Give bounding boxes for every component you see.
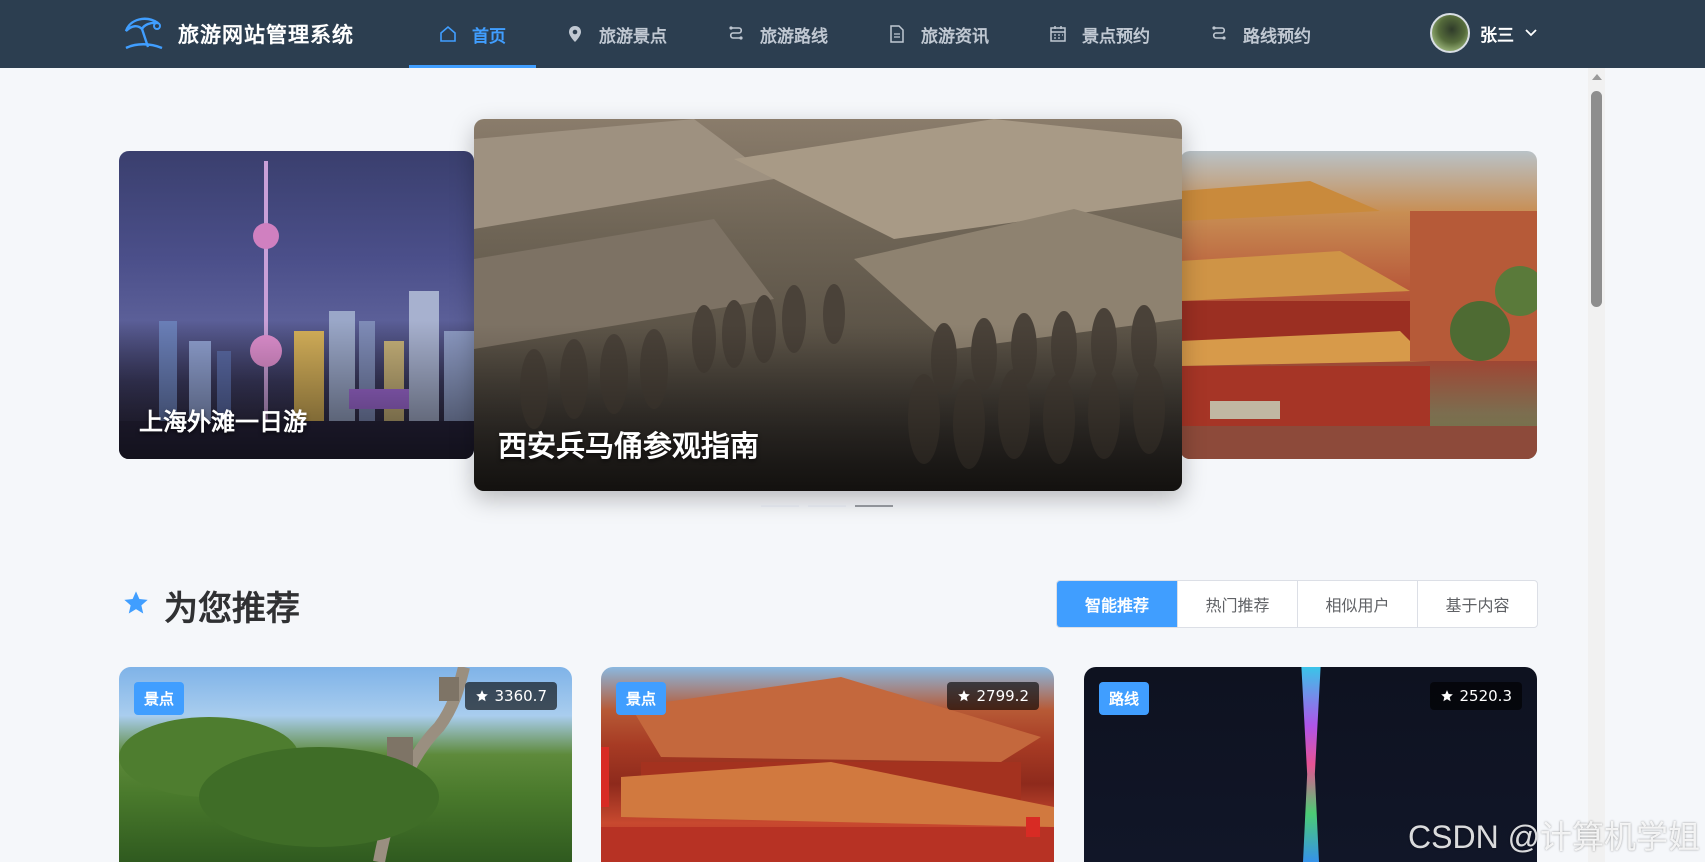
nav-item-label: 首页 bbox=[472, 26, 506, 47]
main-nav: 首页 旅游景点 旅游路线 旅游资讯 景点预约 路线预约 bbox=[409, 0, 1341, 68]
carousel-indicator[interactable] bbox=[761, 505, 799, 507]
nav-item-route-booking[interactable]: 路线预约 bbox=[1180, 0, 1341, 68]
star-icon bbox=[957, 689, 971, 703]
nav-item-attractions[interactable]: 旅游景点 bbox=[536, 0, 697, 68]
nav-item-home[interactable]: 首页 bbox=[409, 0, 536, 68]
tab-content-based[interactable]: 基于内容 bbox=[1417, 581, 1537, 627]
tab-similar-users[interactable]: 相似用户 bbox=[1297, 581, 1417, 627]
user-name: 张三 bbox=[1480, 25, 1514, 46]
score-value: 3360.7 bbox=[494, 687, 548, 705]
logo[interactable]: 旅游网站管理系统 bbox=[122, 12, 354, 56]
recommend-card[interactable]: 景点 3360.7 bbox=[119, 667, 572, 862]
carousel-indicator-active[interactable] bbox=[855, 505, 893, 507]
nav-item-attraction-booking[interactable]: 景点预约 bbox=[1019, 0, 1180, 68]
slide-title: 西安兵马俑参观指南 bbox=[498, 429, 760, 463]
star-icon bbox=[1440, 689, 1454, 703]
nav-item-news[interactable]: 旅游资讯 bbox=[858, 0, 1019, 68]
tab-hot-recommend[interactable]: 热门推荐 bbox=[1177, 581, 1297, 627]
item-type-badge: 景点 bbox=[134, 682, 185, 715]
location-pin-icon bbox=[566, 25, 584, 43]
carousel-indicator[interactable] bbox=[808, 505, 846, 507]
canton-tower-image bbox=[1301, 667, 1321, 862]
nav-item-label: 景点预约 bbox=[1082, 26, 1150, 47]
score-badge: 2520.3 bbox=[1429, 682, 1522, 710]
slide-gradient bbox=[119, 320, 474, 459]
avatar[interactable] bbox=[1430, 13, 1470, 53]
carousel-slide-xian-active[interactable]: 西安兵马俑参观指南 bbox=[474, 119, 1182, 491]
route-icon bbox=[727, 25, 745, 43]
score-value: 2520.3 bbox=[1459, 687, 1513, 705]
score-badge: 2799.2 bbox=[946, 682, 1039, 710]
carousel-indicators bbox=[761, 505, 902, 507]
carousel-slide-shanghai[interactable]: 上海外滩一日游 bbox=[119, 151, 474, 459]
star-icon bbox=[122, 589, 150, 621]
chevron-down-icon[interactable] bbox=[1524, 28, 1538, 38]
nav-item-label: 旅游路线 bbox=[760, 26, 828, 47]
nav-item-label: 路线预约 bbox=[1243, 26, 1311, 47]
score-value: 2799.2 bbox=[976, 687, 1030, 705]
section-title: 为您推荐 bbox=[164, 588, 300, 629]
nav-item-label: 旅游景点 bbox=[599, 26, 667, 47]
document-icon bbox=[888, 25, 906, 43]
slide-title: 上海外滩一日游 bbox=[139, 408, 307, 436]
item-type-badge: 路线 bbox=[1099, 682, 1150, 715]
item-type-badge: 景点 bbox=[616, 682, 667, 715]
tab-smart-recommend[interactable]: 智能推荐 bbox=[1057, 581, 1177, 627]
watermark: CSDN @计算机学姐 bbox=[1408, 819, 1701, 855]
recommend-card[interactable]: 景点 2799.2 bbox=[601, 667, 1054, 862]
nav-item-label: 旅游资讯 bbox=[921, 26, 989, 47]
user-menu[interactable]: 张三 bbox=[1430, 13, 1538, 53]
slide-gradient bbox=[474, 323, 1182, 491]
home-icon bbox=[439, 25, 457, 43]
app-title: 旅游网站管理系统 bbox=[178, 23, 354, 47]
scroll-up-arrow-icon[interactable] bbox=[1592, 74, 1602, 80]
route-booking-icon bbox=[1210, 25, 1228, 43]
carousel-slide-forbidden-city[interactable] bbox=[1180, 151, 1537, 459]
nav-item-routes[interactable]: 旅游路线 bbox=[697, 0, 858, 68]
calendar-icon bbox=[1049, 25, 1067, 43]
palm-umbrella-logo-icon bbox=[122, 13, 164, 55]
forbidden-city-image bbox=[1180, 181, 1537, 459]
star-icon bbox=[475, 689, 489, 703]
scrollbar-thumb[interactable] bbox=[1591, 91, 1602, 307]
recommend-tabs: 智能推荐 热门推荐 相似用户 基于内容 bbox=[1056, 580, 1538, 628]
top-navbar: 旅游网站管理系统 首页 旅游景点 旅游路线 旅游资讯 景点预约 路线预约 张三 bbox=[0, 0, 1705, 68]
recommend-section-header: 为您推荐 bbox=[122, 580, 300, 630]
score-badge: 3360.7 bbox=[464, 682, 557, 710]
